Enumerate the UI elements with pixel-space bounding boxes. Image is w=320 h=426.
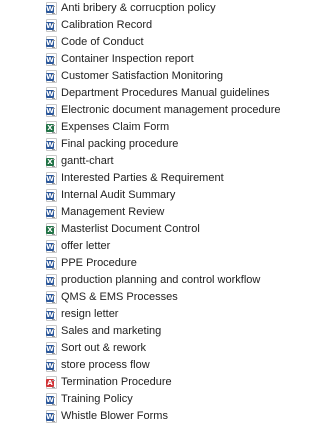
file-name: Internal Audit Summary [61, 189, 176, 201]
word-file-icon: W [46, 104, 57, 117]
word-file-icon: W [46, 53, 57, 66]
word-file-icon: W [46, 342, 57, 355]
file-item[interactable]: W Sort out & rework [46, 340, 146, 357]
file-name: Sort out & rework [61, 342, 146, 354]
file-name: Masterlist Document Control [61, 223, 200, 235]
file-item[interactable]: Woffer letter [46, 238, 110, 255]
word-file-icon: W [46, 87, 57, 100]
file-name: Calibration Record [61, 19, 153, 31]
word-file-icon: W [46, 274, 57, 287]
file-item[interactable]: W Container Inspection report [46, 51, 194, 68]
file-name: Whistle Blower Forms [61, 410, 168, 422]
word-file-icon: W [46, 257, 57, 270]
word-file-icon: W [46, 172, 57, 185]
file-item[interactable]: W Internal Audit Summary [46, 187, 175, 204]
word-file-icon: W [46, 325, 57, 338]
file-name: Sales and marketing [61, 325, 162, 337]
file-item[interactable]: W PPE Procedure [46, 255, 137, 272]
file-item[interactable]: Wproduction planning and control workflo… [46, 272, 260, 289]
word-file-icon: W [46, 189, 57, 202]
word-file-icon: W [46, 2, 57, 15]
file-item[interactable]: W Training Policy [46, 391, 133, 408]
file-name: Anti bribery & corrucption policy [61, 2, 216, 14]
file-item[interactable]: W Anti bribery & corrucption policy [46, 0, 216, 17]
word-file-icon: W [46, 359, 57, 372]
word-file-icon: W [46, 36, 57, 49]
file-name: store process flow [61, 359, 150, 371]
word-file-icon: W [46, 291, 57, 304]
file-item[interactable]: X Expenses Claim Form [46, 119, 169, 136]
file-item[interactable]: W Department Procedures Manual guidelines [46, 85, 270, 102]
file-item[interactable]: W Management Review [46, 204, 164, 221]
file-name: QMS & EMS Processes [61, 291, 178, 303]
file-name: Expenses Claim Form [61, 121, 170, 133]
file-item[interactable]: Wresign letter [46, 306, 118, 323]
word-file-icon: W [46, 70, 57, 83]
file-item[interactable]: W Whistle Blower Forms [46, 408, 168, 425]
file-item[interactable]: W Electronic document management procedur… [46, 102, 281, 119]
file-item[interactable]: W Interested Parties & Requirement [46, 170, 224, 187]
file-name: Interested Parties & Requirement [61, 172, 224, 184]
word-file-icon: W [46, 308, 57, 321]
file-item[interactable]: W Code of Conduct [46, 34, 144, 51]
file-item[interactable]: A Termination Procedure [46, 374, 172, 391]
file-item[interactable]: W Calibration Record [46, 17, 152, 34]
file-item[interactable]: Wstore process flow [46, 357, 150, 374]
file-name: offer letter [61, 240, 111, 252]
file-name: Electronic document management procedure [61, 104, 281, 116]
pdf-file-icon: A [46, 376, 57, 389]
word-file-icon: W [46, 19, 57, 32]
file-name: Container Inspection report [61, 53, 194, 65]
file-name: Customer Satisfaction Monitoring [61, 70, 224, 82]
file-name: PPE Procedure [61, 257, 137, 269]
file-name: Code of Conduct [61, 36, 144, 48]
file-name: production planning and control workflow [61, 274, 261, 286]
excel-file-icon: X [46, 223, 57, 236]
excel-file-icon: X [46, 121, 57, 134]
file-name: resign letter [61, 308, 119, 320]
file-item[interactable]: W QMS & EMS Processes [46, 289, 178, 306]
file-name: Management Review [61, 206, 165, 218]
word-file-icon: W [46, 393, 57, 406]
word-file-icon: W [46, 138, 57, 151]
word-file-icon: W [46, 240, 57, 253]
word-file-icon: W [46, 206, 57, 219]
excel-file-icon: X [46, 155, 57, 168]
file-item[interactable]: Xgantt-chart [46, 153, 114, 170]
file-item[interactable]: X Masterlist Document Control [46, 221, 200, 238]
file-name: Training Policy [61, 393, 133, 405]
file-name: Department Procedures Manual guidelines [61, 87, 270, 99]
file-name: Final packing procedure [61, 138, 179, 150]
file-item[interactable]: W Sales and marketing [46, 323, 161, 340]
word-file-icon: W [46, 410, 57, 423]
file-name: Termination Procedure [61, 376, 172, 388]
file-name: gantt-chart [61, 155, 114, 167]
file-item[interactable]: W Customer Satisfaction Monitoring [46, 68, 223, 85]
file-item[interactable]: W Final packing procedure [46, 136, 178, 153]
